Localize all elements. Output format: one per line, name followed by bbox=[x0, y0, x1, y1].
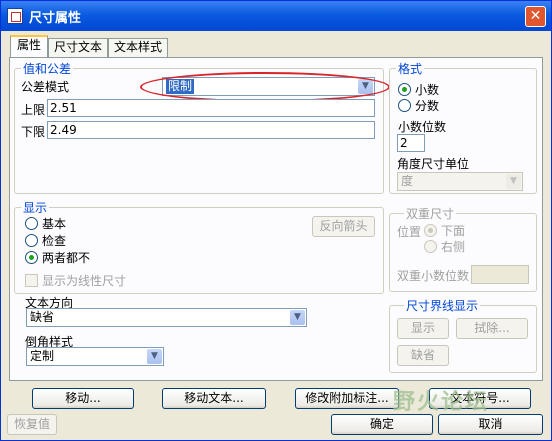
position-below-label: 下面 bbox=[441, 224, 466, 238]
decimal-places-input[interactable]: 2 bbox=[397, 134, 425, 152]
fraction-radio[interactable] bbox=[398, 99, 411, 112]
fraction-label: 分数 bbox=[415, 99, 440, 113]
title-bar[interactable]: 尺寸属性 ✕ bbox=[1, 1, 551, 31]
dual-dimension-legend: 双重尺寸 bbox=[406, 207, 455, 221]
cancel-button[interactable]: 取消 bbox=[438, 414, 543, 435]
linear-display-label: 显示为线性尺寸 bbox=[42, 274, 127, 288]
text-direction-value: 缺省 bbox=[30, 310, 55, 324]
angular-unit-select[interactable]: 度 ▼ bbox=[397, 172, 523, 191]
app-icon bbox=[7, 8, 23, 24]
chevron-down-icon[interactable]: ▼ bbox=[290, 310, 305, 325]
display-legend: 显示 bbox=[23, 201, 48, 215]
dual-decimal-label: 双重小数位数 bbox=[397, 269, 470, 283]
lower-limit-input[interactable]: 2.49 bbox=[47, 121, 375, 139]
move-text-button[interactable]: 移动文本... bbox=[162, 388, 266, 409]
decimal-places-label: 小数位数 bbox=[398, 120, 447, 134]
watermark-logo: 野火论坛 bbox=[393, 390, 490, 415]
display-neither-radio[interactable] bbox=[25, 251, 38, 264]
window-title: 尺寸属性 bbox=[29, 11, 82, 26]
witness-display-legend: 尺寸界线显示 bbox=[406, 299, 479, 313]
chamfer-style-select[interactable]: 定制 ▼ bbox=[26, 347, 164, 366]
angular-unit-label: 角度尺寸单位 bbox=[397, 157, 470, 171]
lower-limit-label: 下限 bbox=[21, 125, 46, 139]
value-tolerance-legend: 值和公差 bbox=[23, 62, 72, 76]
highlight-ellipse bbox=[140, 72, 390, 102]
position-below-radio[interactable] bbox=[424, 224, 437, 237]
dual-decimal-input[interactable] bbox=[471, 265, 529, 284]
angular-unit-value: 度 bbox=[401, 174, 414, 188]
display-inspection-label: 检查 bbox=[42, 234, 67, 248]
chevron-down-icon[interactable]: ▼ bbox=[506, 174, 521, 189]
ok-button[interactable]: 确定 bbox=[331, 414, 433, 435]
text-direction-select[interactable]: 缺省 ▼ bbox=[26, 308, 307, 327]
modify-attached-button[interactable]: 修改附加标注... bbox=[295, 388, 399, 409]
upper-limit-label: 上限 bbox=[21, 103, 46, 117]
tab-properties[interactable]: 属性 bbox=[10, 35, 48, 58]
chamfer-style-value: 定制 bbox=[30, 349, 55, 363]
tolerance-mode-label: 公差模式 bbox=[21, 80, 70, 94]
position-right-radio[interactable] bbox=[424, 240, 437, 253]
upper-limit-input[interactable]: 2.51 bbox=[47, 99, 375, 117]
erase-button[interactable]: 拭除... bbox=[456, 318, 528, 339]
move-button[interactable]: 移动... bbox=[32, 388, 134, 409]
display-basic-radio[interactable] bbox=[25, 217, 38, 230]
default-button[interactable]: 缺省 bbox=[397, 345, 449, 366]
position-right-label: 右侧 bbox=[441, 240, 466, 254]
close-icon: ✕ bbox=[529, 8, 542, 24]
chevron-down-icon[interactable]: ▼ bbox=[147, 349, 162, 364]
close-button[interactable]: ✕ bbox=[525, 6, 546, 27]
format-legend: 格式 bbox=[398, 62, 423, 76]
tab-dimension-text[interactable]: 尺寸文本 bbox=[48, 38, 108, 57]
display-basic-label: 基本 bbox=[42, 217, 67, 231]
restore-values-button[interactable]: 恢复值 bbox=[7, 414, 57, 435]
flip-arrows-button[interactable]: 反向箭头 bbox=[312, 216, 375, 237]
linear-display-checkbox[interactable] bbox=[25, 274, 38, 287]
position-label: 位置 bbox=[397, 225, 422, 239]
show-button[interactable]: 显示 bbox=[397, 318, 449, 339]
dialog-window: 尺寸属性 ✕ 属性 尺寸文本 文本样式 值和公差 公差模式 限制 ▼ 上限 2.… bbox=[0, 0, 552, 441]
display-neither-label: 两者都不 bbox=[42, 251, 91, 265]
decimal-radio[interactable] bbox=[398, 83, 411, 96]
decimal-label: 小数 bbox=[415, 83, 440, 97]
display-inspection-radio[interactable] bbox=[25, 234, 38, 247]
tab-text-style[interactable]: 文本样式 bbox=[108, 38, 168, 57]
